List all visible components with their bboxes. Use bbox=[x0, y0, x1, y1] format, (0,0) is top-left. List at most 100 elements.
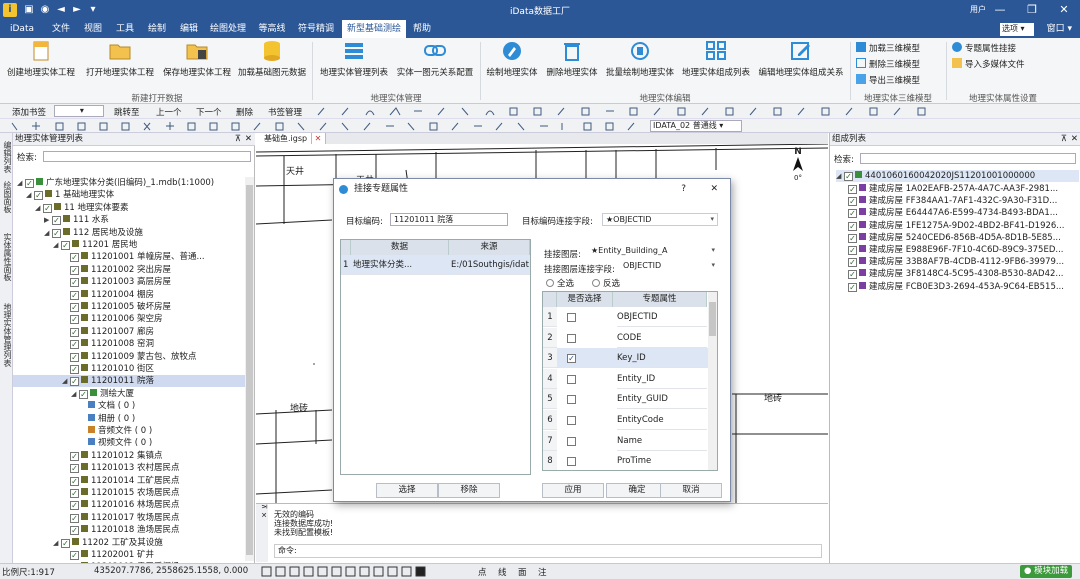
attribute-scrollbar[interactable] bbox=[708, 292, 717, 470]
tree-item[interactable]: 文档 ( 0 ) bbox=[80, 400, 135, 412]
composition-item[interactable]: ✓ 建成房屋 E988E96F-7F10-4C6D-89C9-375ED... bbox=[848, 244, 1063, 256]
tree-checkbox[interactable]: ✓ bbox=[43, 203, 52, 213]
expand-icon[interactable]: ◢ bbox=[62, 375, 70, 387]
left-search-input[interactable] bbox=[43, 151, 251, 162]
composition-item[interactable]: ✓ 建成房屋 33B8AF7B-4CDB-4112-9FB6-39979... bbox=[848, 256, 1064, 268]
map-document-tab[interactable]: 基础鱼.igsp ✕ bbox=[256, 133, 327, 144]
composition-item[interactable]: ✓ 建成房屋 1A02EAFB-257A-4A7C-AA3F-2981... bbox=[848, 183, 1058, 195]
tree-checkbox[interactable]: ✓ bbox=[70, 278, 79, 288]
snap-area[interactable]: 面 bbox=[518, 566, 527, 578]
tree-checkbox[interactable]: ✓ bbox=[70, 340, 79, 350]
help-button[interactable]: ? bbox=[681, 179, 686, 200]
snap-note[interactable]: 注 bbox=[538, 566, 547, 578]
menu-tools[interactable]: 工具 bbox=[112, 20, 138, 38]
delete-bookmark-button[interactable]: 删除 bbox=[236, 106, 253, 118]
tree-item[interactable]: ✓ 11201008 窑洞 bbox=[62, 338, 154, 350]
expand-icon[interactable]: ◢ bbox=[53, 537, 61, 549]
attribute-checkbox[interactable] bbox=[567, 333, 576, 343]
table-row[interactable]: 8 ProTime bbox=[543, 451, 708, 470]
cancel-button[interactable]: 取消 bbox=[660, 483, 722, 498]
attach-attribute-button[interactable]: 专题属性挂接 bbox=[952, 42, 1016, 55]
table-row[interactable]: 1 地理实体分类... E:/01Southgis/idat... bbox=[341, 255, 530, 275]
composition-checkbox[interactable]: ✓ bbox=[848, 185, 857, 194]
tree-item[interactable]: ◢ ✓ 广东地理实体分类(旧编码)_1.mdb(1:1000) bbox=[17, 177, 214, 189]
attribute-checkbox[interactable] bbox=[567, 395, 576, 405]
menu-view[interactable]: 视图 bbox=[80, 20, 106, 38]
expand-icon[interactable]: ◢ bbox=[44, 227, 52, 239]
import-multimedia-button[interactable]: 导入多媒体文件 bbox=[952, 58, 1025, 71]
batch-draw-entity-button[interactable]: 批量绘制地理实体 bbox=[604, 40, 676, 78]
menu-edit[interactable]: 编辑 bbox=[176, 20, 202, 38]
composition-item[interactable]: ✓ 建成房屋 1FE1275A-9D02-4BD2-BF41-D1926... bbox=[848, 220, 1064, 232]
table-row[interactable]: 7 Name bbox=[543, 430, 708, 451]
tree-item[interactable]: ◢ ✓ 11202 工矿及其设施 bbox=[53, 537, 163, 549]
tree-item[interactable]: ✓ 11202001 矿井 bbox=[62, 549, 154, 561]
prev-bookmark-button[interactable]: 上一个 bbox=[156, 106, 182, 118]
export-3d-model-button[interactable]: 导出三维模型 bbox=[856, 74, 920, 87]
menu-new-surveying[interactable]: 新型基础测绘 bbox=[342, 20, 406, 39]
tree-checkbox[interactable]: ✓ bbox=[70, 551, 79, 560]
tree-item[interactable]: ✓ 11201005 破坏房屋 bbox=[62, 301, 171, 313]
table-row[interactable]: 2 CODE bbox=[543, 327, 708, 348]
close-icon[interactable]: ✕ bbox=[1048, 0, 1080, 20]
attribute-checkbox[interactable] bbox=[567, 313, 576, 322]
expand-icon[interactable]: ◢ bbox=[53, 239, 61, 251]
tree-item[interactable]: 相册 ( 0 ) bbox=[80, 413, 135, 425]
apply-button[interactable]: 应用 bbox=[542, 483, 604, 498]
tree-checkbox[interactable]: ✓ bbox=[70, 513, 79, 523]
module-load-badge[interactable]: ● 模块加载 bbox=[1020, 565, 1073, 578]
create-project-button[interactable]: 创建地理实体工程 bbox=[4, 40, 78, 78]
select-all-radio[interactable]: 全选 bbox=[546, 277, 574, 289]
tree-checkbox[interactable]: ✓ bbox=[70, 315, 79, 325]
minimize-icon[interactable]: — bbox=[984, 0, 1016, 20]
panel-close-icon[interactable]: ✕ bbox=[1071, 133, 1078, 146]
composition-checkbox[interactable]: ✓ bbox=[848, 197, 857, 207]
tree-item[interactable]: ◢ ✓ 11201011 院落 bbox=[13, 375, 245, 388]
attribute-checkbox[interactable] bbox=[567, 457, 576, 467]
layer-select[interactable]: IDATA_02 普通线 ▾ bbox=[650, 120, 742, 132]
composition-item[interactable]: ✓ 建成房屋 E64447A6-E599-4734-B493-BDA1... bbox=[848, 207, 1058, 219]
tree-item[interactable]: ✓ 11201018 渔场居民点 bbox=[62, 524, 179, 536]
attribute-checkbox[interactable] bbox=[567, 374, 576, 384]
tree-checkbox[interactable]: ✓ bbox=[70, 489, 79, 498]
tree-checkbox[interactable]: ✓ bbox=[70, 526, 79, 536]
tree-item[interactable]: ✓ 11201014 工矿居民点 bbox=[62, 475, 179, 487]
target-link-select[interactable]: ★OBJECTID ▾ bbox=[602, 213, 718, 226]
pin-icon[interactable]: ⊼ bbox=[235, 133, 241, 146]
command-input[interactable]: 命令: bbox=[274, 544, 822, 558]
expand-icon[interactable]: ◢ bbox=[71, 388, 79, 400]
table-row[interactable]: 5 Entity_GUID bbox=[543, 389, 708, 410]
tree-item[interactable]: ✓ 11201004 棚房 bbox=[62, 289, 154, 301]
tree-item[interactable]: ◢ ✓ 1 基础地理实体 bbox=[26, 189, 114, 201]
menu-contour[interactable]: 等高线 bbox=[254, 20, 290, 38]
pin-icon[interactable]: ⊼ bbox=[1061, 133, 1067, 146]
tree-checkbox[interactable]: ✓ bbox=[70, 253, 79, 263]
composition-checkbox[interactable]: ✓ bbox=[848, 233, 857, 243]
composition-root[interactable]: ◢ ✓ 4401060160042020JS11201001000000 bbox=[836, 170, 1079, 182]
menu-file[interactable]: 文件 bbox=[48, 20, 74, 38]
save-project-button[interactable]: 保存地理实体工程 bbox=[160, 40, 234, 78]
next-bookmark-button[interactable]: 下一个 bbox=[196, 106, 222, 118]
menu-help[interactable]: 帮助 bbox=[408, 20, 436, 38]
composition-checkbox[interactable]: ✓ bbox=[848, 246, 857, 255]
dialog-close-button[interactable]: ✕ bbox=[710, 179, 718, 200]
menu-idata[interactable]: iData bbox=[6, 20, 38, 38]
tree-item[interactable]: ◢ ✓ 测绘大厦 bbox=[71, 388, 134, 400]
style-select[interactable]: 选项 ▾ bbox=[1000, 23, 1034, 36]
tree-item[interactable]: 视频文件 ( 0 ) bbox=[80, 437, 152, 449]
tree-item[interactable]: ✓ 11201006 架空房 bbox=[62, 313, 162, 325]
menu-draw[interactable]: 绘制 bbox=[144, 20, 170, 38]
tree-checkbox[interactable]: ✓ bbox=[25, 179, 34, 188]
status-tool-strip[interactable] bbox=[260, 566, 440, 577]
composition-item[interactable]: ✓ 建成房屋 5240CED6-856B-4D5A-8D1B-5E85... bbox=[848, 232, 1061, 244]
expand-icon[interactable]: ◢ bbox=[26, 189, 34, 201]
attribute-checkbox[interactable] bbox=[567, 416, 576, 425]
snap-point[interactable]: 点 bbox=[478, 566, 487, 578]
tree-item[interactable]: ◢ ✓ 11201 居民地 bbox=[53, 239, 137, 251]
maximize-icon[interactable]: ❐ bbox=[1016, 0, 1048, 20]
right-search-input[interactable] bbox=[860, 153, 1076, 164]
entity-composition-list-button[interactable]: 地理实体组成列表 bbox=[680, 40, 752, 78]
composition-checkbox[interactable]: ✓ bbox=[848, 258, 857, 268]
expand-icon[interactable]: ◢ bbox=[17, 177, 25, 189]
tree-item[interactable]: ✓ 11201015 农场居民点 bbox=[62, 487, 179, 499]
